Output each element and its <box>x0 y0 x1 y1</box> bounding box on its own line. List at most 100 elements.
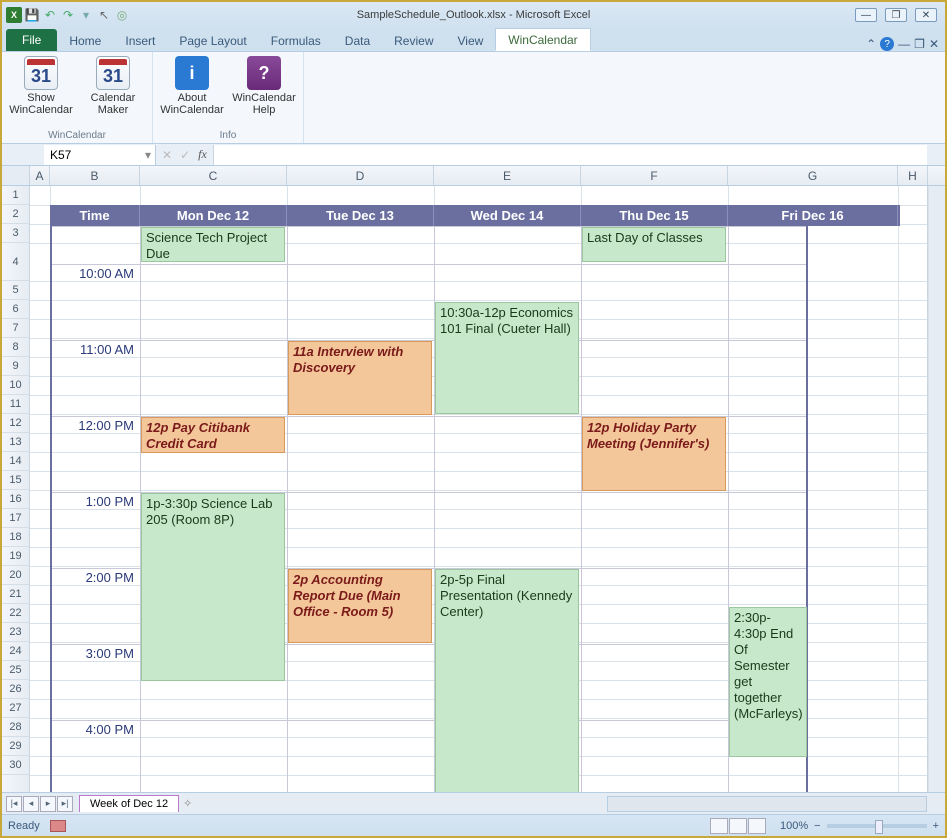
event-science-lab[interactable]: 1p-3:30p Science Lab 205 (Room 8P) <box>141 493 285 681</box>
row-header[interactable]: 5 <box>2 281 29 300</box>
row-header[interactable]: 9 <box>2 357 29 376</box>
show-wincalendar-button[interactable]: 31 Show WinCalendar <box>10 56 72 116</box>
row-header[interactable]: 15 <box>2 471 29 490</box>
row-header[interactable]: 17 <box>2 509 29 528</box>
vertical-scrollbar[interactable] <box>927 186 945 792</box>
workbook-restore-icon[interactable]: ❐ <box>914 37 925 51</box>
wincalendar-help-button[interactable]: ? WinCalendar Help <box>233 56 295 116</box>
undo-icon[interactable]: ↶ <box>42 7 58 23</box>
enter-formula-icon[interactable]: ✓ <box>180 148 190 162</box>
col-header[interactable]: G <box>728 166 898 185</box>
cancel-formula-icon[interactable]: ✕ <box>162 148 172 162</box>
row-header[interactable]: 3 <box>2 224 29 243</box>
restore-button[interactable]: ❐ <box>885 8 907 22</box>
row-header[interactable]: 12 <box>2 414 29 433</box>
tab-insert[interactable]: Insert <box>113 30 167 51</box>
event-accounting-report[interactable]: 2p Accounting Report Due (Main Office - … <box>288 569 432 643</box>
row-header[interactable]: 1 <box>2 186 29 205</box>
event-interview[interactable]: 11a Interview with Discovery <box>288 341 432 415</box>
tab-page-layout[interactable]: Page Layout <box>167 30 258 51</box>
sheet-next-icon[interactable]: ▸ <box>40 796 56 812</box>
row-header[interactable]: 25 <box>2 661 29 680</box>
pointer-icon[interactable]: ↖ <box>96 7 112 23</box>
page-layout-view-icon[interactable] <box>729 818 747 834</box>
tab-data[interactable]: Data <box>333 30 382 51</box>
zoom-out-icon[interactable]: − <box>814 820 820 832</box>
new-sheet-icon[interactable]: ✧ <box>183 797 192 810</box>
tab-wincalendar[interactable]: WinCalendar <box>495 28 590 51</box>
event-semester-end[interactable]: 2:30p-4:30p End Of Semester get together… <box>729 607 807 757</box>
macro-record-icon[interactable] <box>50 820 66 832</box>
save-icon[interactable]: 💾 <box>24 7 40 23</box>
sheet-last-icon[interactable]: ▸| <box>57 796 73 812</box>
about-wincalendar-button[interactable]: i About WinCalendar <box>161 56 223 116</box>
zoom-level[interactable]: 100% <box>780 820 808 832</box>
event-econ-final[interactable]: 10:30a-12p Economics 101 Final (Cueter H… <box>435 302 579 414</box>
row-header[interactable]: 22 <box>2 604 29 623</box>
row-header[interactable]: 18 <box>2 528 29 547</box>
formula-bar[interactable] <box>213 145 927 165</box>
row-header[interactable]: 10 <box>2 376 29 395</box>
col-header[interactable]: D <box>287 166 434 185</box>
row-header[interactable]: 6 <box>2 300 29 319</box>
row-header[interactable]: 11 <box>2 395 29 414</box>
row-header[interactable]: 21 <box>2 585 29 604</box>
row-header[interactable]: 14 <box>2 452 29 471</box>
select-all-corner[interactable] <box>2 166 30 185</box>
minimize-button[interactable]: — <box>855 8 877 22</box>
page-break-view-icon[interactable] <box>748 818 766 834</box>
close-button[interactable]: ✕ <box>915 8 937 22</box>
help-icon[interactable]: ? <box>880 37 894 51</box>
row-header[interactable]: 24 <box>2 642 29 661</box>
row-header[interactable]: 19 <box>2 547 29 566</box>
col-header[interactable]: A <box>30 166 50 185</box>
chevron-down-icon[interactable]: ▾ <box>145 148 155 162</box>
col-header[interactable]: E <box>434 166 581 185</box>
tab-file[interactable]: File <box>6 29 57 51</box>
sheet-tab-active[interactable]: Week of Dec 12 <box>79 795 179 812</box>
tab-home[interactable]: Home <box>57 30 113 51</box>
qat-more-icon[interactable]: ▾ <box>78 7 94 23</box>
horizontal-scrollbar[interactable] <box>607 796 927 812</box>
row-header[interactable]: 23 <box>2 623 29 642</box>
normal-view-icon[interactable] <box>710 818 728 834</box>
fx-icon[interactable]: fx <box>198 147 207 162</box>
col-header[interactable]: B <box>50 166 140 185</box>
col-header[interactable]: C <box>140 166 287 185</box>
row-header[interactable]: 30 <box>2 756 29 775</box>
row-header[interactable]: 13 <box>2 433 29 452</box>
calendar-maker-button[interactable]: 31 Calendar Maker <box>82 56 144 116</box>
row-header[interactable]: 26 <box>2 680 29 699</box>
cells-area[interactable]: Time Mon Dec 12 Tue Dec 13 Wed Dec 14 Th… <box>30 186 927 792</box>
workbook-close-icon[interactable]: ✕ <box>929 37 939 51</box>
event-final-presentation[interactable]: 2p-5p Final Presentation (Kennedy Center… <box>435 569 579 792</box>
qat-item-icon[interactable]: ◎ <box>114 7 130 23</box>
tab-formulas[interactable]: Formulas <box>259 30 333 51</box>
redo-icon[interactable]: ↷ <box>60 7 76 23</box>
name-box[interactable]: K57▾ <box>44 145 156 165</box>
row-header[interactable]: 7 <box>2 319 29 338</box>
row-header[interactable]: 28 <box>2 718 29 737</box>
ribbon-minimize-icon[interactable]: ⌃ <box>866 37 876 51</box>
col-header[interactable]: H <box>898 166 928 185</box>
row-header[interactable]: 2 <box>2 205 29 224</box>
col-header[interactable]: F <box>581 166 728 185</box>
sheet-area: A B C D E F G H 123456789101112131415161… <box>2 166 945 792</box>
tab-review[interactable]: Review <box>382 30 445 51</box>
row-header[interactable]: 27 <box>2 699 29 718</box>
tab-view[interactable]: View <box>446 30 496 51</box>
row-header[interactable]: 4 <box>2 243 29 281</box>
event-science-project[interactable]: Science Tech Project Due <box>141 227 285 262</box>
row-header[interactable]: 20 <box>2 566 29 585</box>
sheet-prev-icon[interactable]: ◂ <box>23 796 39 812</box>
sheet-first-icon[interactable]: |◂ <box>6 796 22 812</box>
row-header[interactable]: 8 <box>2 338 29 357</box>
zoom-slider[interactable] <box>827 824 927 828</box>
event-citibank[interactable]: 12p Pay Citibank Credit Card <box>141 417 285 453</box>
row-header[interactable]: 16 <box>2 490 29 509</box>
event-last-day[interactable]: Last Day of Classes <box>582 227 726 262</box>
row-header[interactable]: 29 <box>2 737 29 756</box>
workbook-minimize-icon[interactable]: — <box>898 37 910 51</box>
event-holiday-party[interactable]: 12p Holiday Party Meeting (Jennifer's) <box>582 417 726 491</box>
zoom-in-icon[interactable]: + <box>933 820 939 832</box>
